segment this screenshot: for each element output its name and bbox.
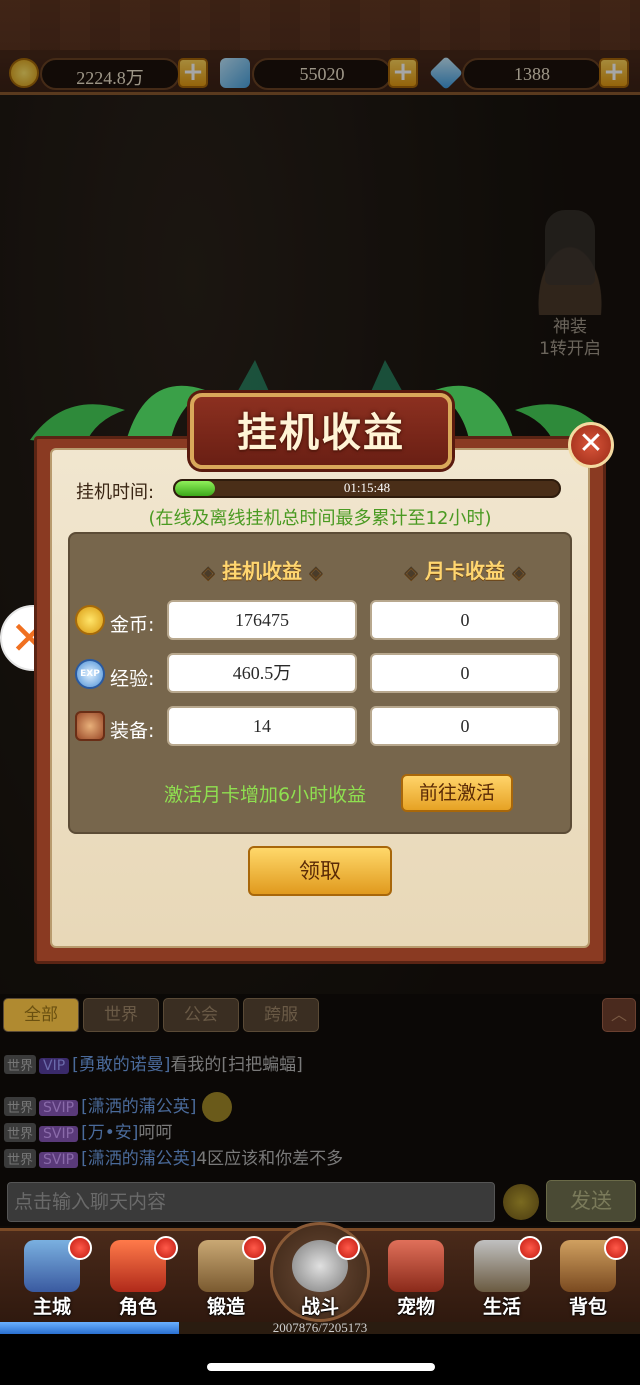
chat-channel-tag: 世界 [4, 1123, 37, 1142]
notification-dot [242, 1236, 266, 1260]
home-indicator[interactable] [207, 1363, 435, 1371]
column-idle-reward: ◈ 挂机收益 ◈ [201, 559, 323, 583]
dialog-title: 挂机收益 [237, 410, 405, 456]
svip-badge: SVIP [39, 1126, 79, 1142]
nav-battle[interactable]: 战斗 [280, 1236, 360, 1320]
activate-hint: 激活月卡增加6小时收益 [164, 784, 367, 806]
equipment-idle-value: 14 [167, 706, 357, 746]
chevron-up-icon: ︿ [610, 1005, 627, 1024]
notification-dot [518, 1236, 542, 1260]
system-home-area [0, 1334, 640, 1385]
gold-idle-value: 176475 [167, 600, 357, 640]
chat-channel-tag: 世界 [4, 1055, 37, 1074]
notification-dot [154, 1236, 178, 1260]
column-idle-reward-label: 挂机收益 [222, 559, 302, 583]
go-activate-button[interactable]: 前往激活 [401, 774, 513, 812]
chat-sender: [潇洒的蒲公英] [81, 1097, 197, 1117]
equipment-monthly-value: 0 [370, 706, 560, 746]
exp-idle-value: 460.5万 [167, 653, 357, 693]
nav-forge[interactable]: 锻造 [186, 1236, 266, 1320]
notification-dot [336, 1236, 360, 1260]
exp-row-label: 经验: [110, 668, 155, 690]
column-monthly-reward: ◈ 月卡收益 ◈ [404, 559, 526, 583]
svip-badge: SVIP [39, 1100, 79, 1116]
chat-tab-guild[interactable]: 公会 [163, 998, 239, 1032]
idle-time-value: 01:15:48 [343, 480, 391, 495]
chat-text: 看我的[扫把蝙蝠] [170, 1055, 303, 1075]
gold-monthly-value: 0 [370, 600, 560, 640]
nav-label: 背包 [568, 1296, 607, 1318]
chat-message[interactable]: 世界 SVIP [万•安]呵呵 [4, 1118, 172, 1143]
emoji-button[interactable] [503, 1184, 539, 1220]
idle-time-label: 挂机时间: [76, 482, 155, 503]
chat-tab-all[interactable]: 全部 [3, 998, 79, 1032]
gold-coin-icon [75, 605, 105, 635]
chat-message[interactable]: 世界 VIP [勇敢的诺曼]看我的[扫把蝙蝠] [4, 1050, 303, 1075]
chat-input[interactable]: 点击输入聊天内容 [7, 1182, 495, 1222]
chat-sender: [万•安] [81, 1123, 139, 1143]
chat-collapse-button[interactable]: ︿ [602, 998, 636, 1032]
chat-text: 呵呵 [138, 1123, 173, 1143]
chat-text: 4区应该和你差不多 [196, 1149, 344, 1169]
vip-badge: VIP [39, 1058, 70, 1074]
send-button[interactable]: 发送 [546, 1180, 636, 1222]
nav-label: 战斗 [300, 1296, 339, 1318]
nav-label: 角色 [118, 1296, 157, 1318]
nav-character[interactable]: 角色 [98, 1236, 178, 1320]
gold-row-label: 金币: [110, 614, 155, 636]
chat-channel-tag: 世界 [4, 1097, 37, 1116]
nav-life[interactable]: 生活 [462, 1236, 542, 1320]
equipment-icon [75, 711, 105, 741]
chat-sender: [潇洒的蒲公英] [81, 1149, 197, 1169]
chat-channel-tag: 世界 [4, 1149, 37, 1168]
equipment-row-label: 装备: [110, 720, 155, 742]
chat-tab-world[interactable]: 世界 [83, 998, 159, 1032]
column-monthly-reward-label: 月卡收益 [425, 559, 505, 583]
emoji-icon [201, 1092, 232, 1122]
chat-sender: [勇敢的诺曼] [72, 1055, 171, 1075]
notification-dot [68, 1236, 92, 1260]
exp-monthly-value: 0 [370, 653, 560, 693]
nav-main-city[interactable]: 主城 [12, 1236, 92, 1320]
nav-label: 生活 [482, 1296, 521, 1318]
pet-icon [388, 1240, 444, 1292]
nav-backpack[interactable]: 背包 [548, 1236, 628, 1320]
svip-badge: SVIP [39, 1152, 79, 1168]
idle-time-progress: 01:15:48 [173, 479, 561, 498]
notification-dot [604, 1236, 628, 1260]
nav-label: 锻造 [206, 1296, 245, 1318]
nav-label: 宠物 [396, 1296, 435, 1318]
idle-time-note: (在线及离线挂机总时间最多累计至12小时) [148, 508, 492, 529]
exp-icon: EXP [75, 659, 105, 689]
nav-pet[interactable]: 宠物 [376, 1236, 456, 1320]
claim-button[interactable]: 领取 [248, 846, 392, 896]
chat-message[interactable]: 世界 SVIP [潇洒的蒲公英]4区应该和你差不多 [4, 1144, 343, 1169]
nav-label: 主城 [32, 1296, 71, 1318]
close-icon: ✕ [578, 426, 604, 461]
close-button[interactable]: ✕ [568, 422, 614, 468]
chat-tab-cross-server[interactable]: 跨服 [243, 998, 319, 1032]
